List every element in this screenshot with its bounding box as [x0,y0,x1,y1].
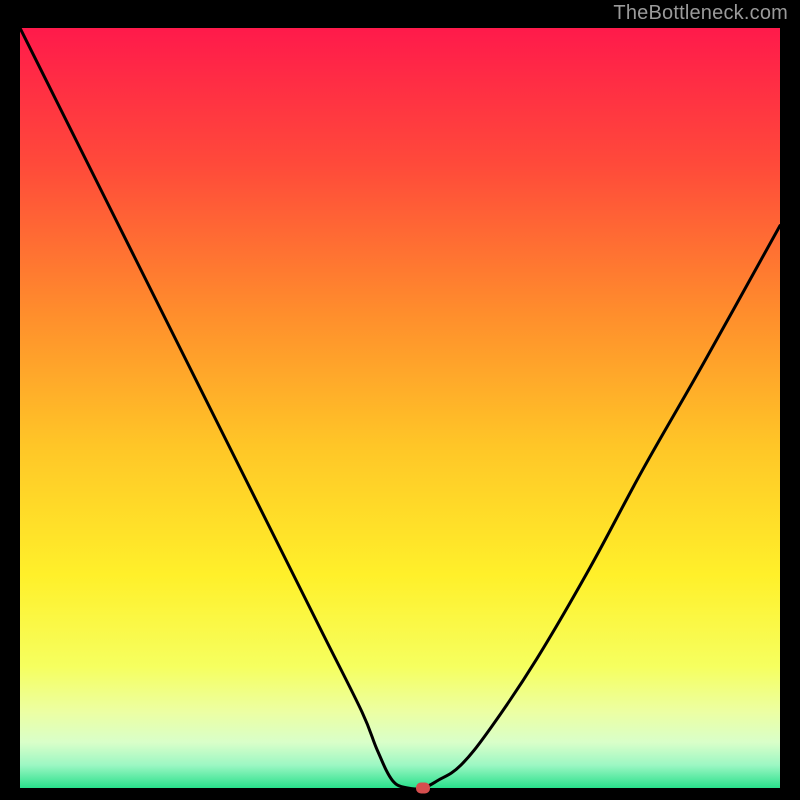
heat-gradient [20,28,780,788]
plot-area [20,28,780,788]
chart-frame: TheBottleneck.com [0,0,800,800]
watermark-text: TheBottleneck.com [613,2,788,25]
